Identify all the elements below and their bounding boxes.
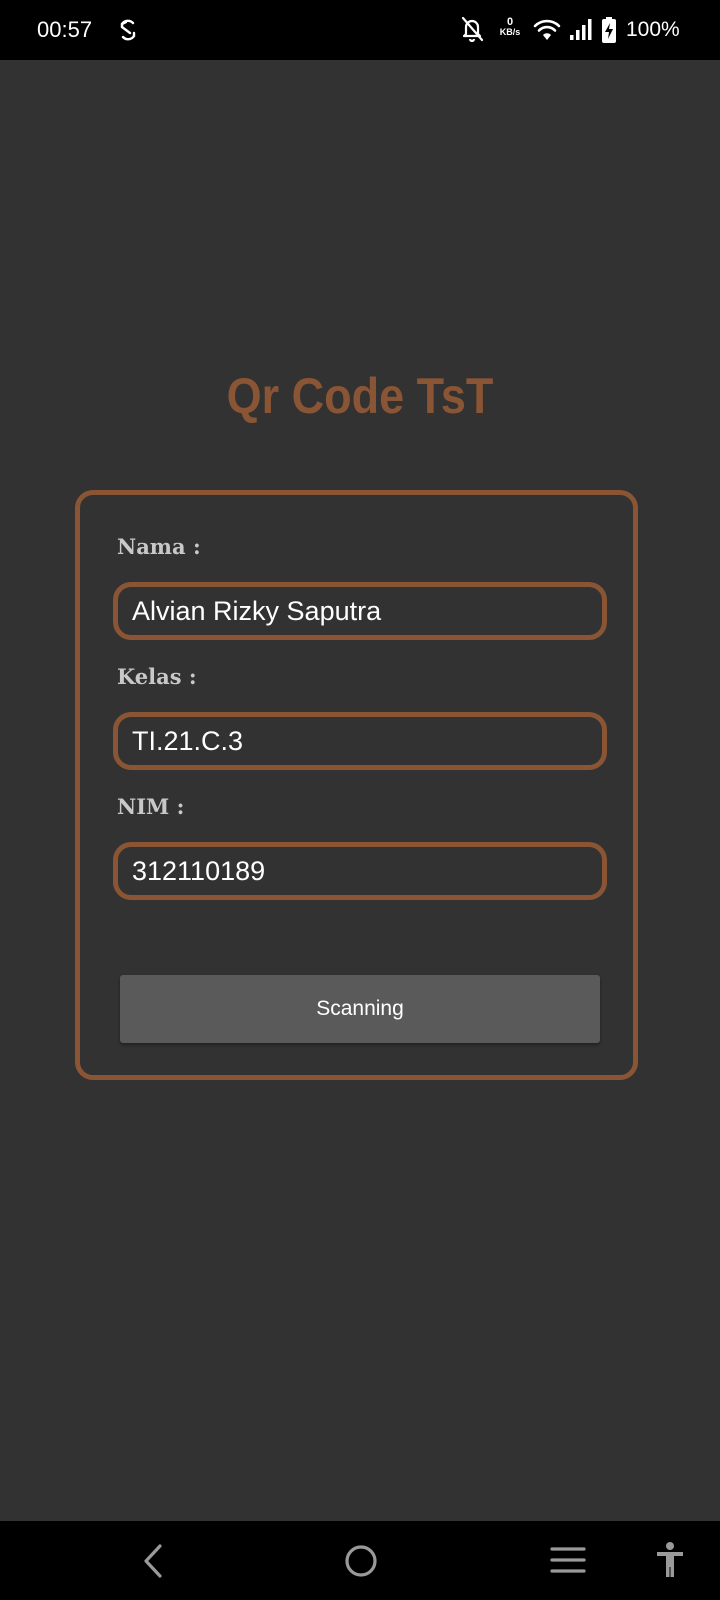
bell-off-icon <box>461 16 484 43</box>
battery-charging-icon <box>602 17 616 43</box>
signal-icon <box>570 19 592 40</box>
status-bar: 00:57 0 KB/s 100% <box>0 0 720 60</box>
scanning-button[interactable]: Scanning <box>120 975 600 1043</box>
wifi-icon <box>533 19 561 40</box>
navigation-bar <box>0 1521 720 1600</box>
status-time: 00:57 <box>37 17 93 42</box>
kelas-input[interactable]: TI.21.C.3 <box>113 712 607 770</box>
sync-icon <box>120 19 136 41</box>
back-icon[interactable] <box>140 1543 166 1579</box>
app-title: Qr Code TsT <box>226 368 494 424</box>
recents-icon[interactable] <box>550 1545 586 1575</box>
nim-label: NIM : <box>117 794 185 819</box>
nama-input[interactable]: Alvian Rizky Saputra <box>113 582 607 640</box>
nim-input[interactable]: 312110189 <box>113 842 607 900</box>
net-speed-indicator: 0 KB/s <box>496 16 524 38</box>
accessibility-icon[interactable] <box>654 1541 686 1579</box>
net-speed-value: 0 <box>506 16 514 28</box>
nama-label: Nama : <box>117 534 201 559</box>
net-speed-unit: KB/s <box>499 27 521 37</box>
battery-percent: 100% <box>626 18 680 41</box>
home-icon[interactable] <box>344 1544 378 1578</box>
kelas-label: Kelas : <box>117 664 197 689</box>
